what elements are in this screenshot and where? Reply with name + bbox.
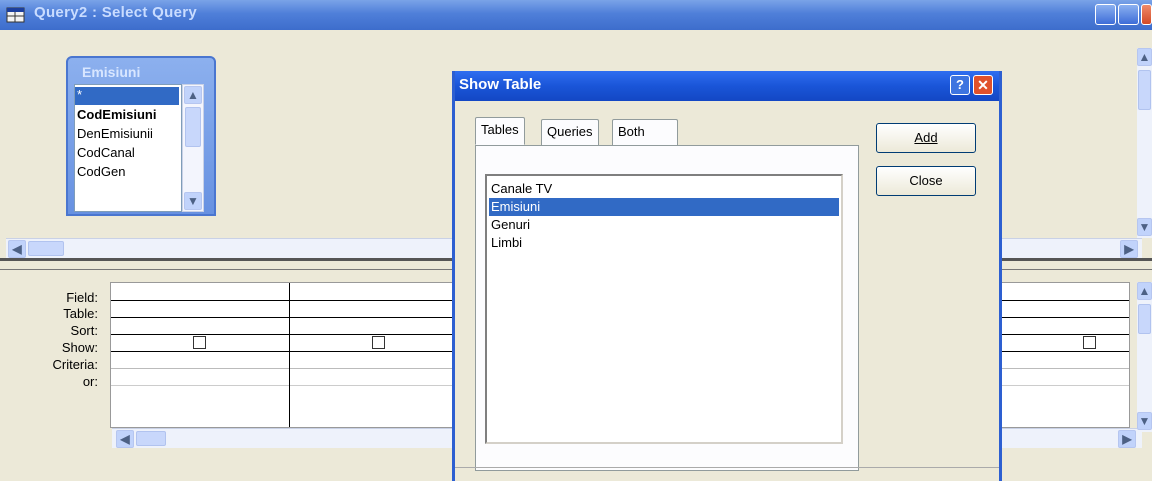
row-label-field: Field: <box>66 290 98 305</box>
scroll-thumb[interactable] <box>1138 304 1151 334</box>
show-table-dialog[interactable]: Show Table ? ✕ Tables Queries Both Canal… <box>452 71 1002 481</box>
field-denemisiunii[interactable]: DenEmisiunii <box>77 126 153 141</box>
table-listbox[interactable]: Canale TV Emisiuni Genuri Limbi <box>485 174 843 444</box>
list-item-limbi[interactable]: Limbi <box>489 234 839 252</box>
table-emisiuni-widget[interactable]: Emisiuni * CodEmisiuni DenEmisiunii CodC… <box>66 56 216 216</box>
field-all[interactable]: * <box>75 87 179 105</box>
grid-vscrollbar[interactable]: ▲ ▼ <box>1137 282 1152 432</box>
scroll-up-icon[interactable]: ▲ <box>1137 282 1152 300</box>
dialog-title-bar[interactable]: Show Table ? ✕ <box>455 71 999 101</box>
scroll-thumb[interactable] <box>28 241 64 256</box>
close-icon[interactable]: ✕ <box>973 75 993 95</box>
scroll-down-icon[interactable]: ▼ <box>1137 218 1152 236</box>
close-button[interactable]: Close <box>876 166 976 196</box>
show-checkbox[interactable] <box>372 336 385 349</box>
tab-tables[interactable]: Tables <box>475 117 525 145</box>
scroll-right-icon[interactable]: ▶ <box>1120 240 1138 258</box>
table-emisiuni-title: Emisiuni <box>82 64 141 80</box>
list-item-emisiuni[interactable]: Emisiuni <box>489 198 839 216</box>
field-codcanal[interactable]: CodCanal <box>77 145 135 160</box>
maximize-icon[interactable] <box>1118 4 1139 25</box>
close-button-label: Close <box>909 173 943 188</box>
query-window-icon <box>6 6 26 24</box>
scroll-thumb[interactable] <box>1138 70 1151 110</box>
add-button[interactable]: Add <box>876 123 976 153</box>
list-item-canale-tv[interactable]: Canale TV <box>489 180 839 198</box>
show-checkbox[interactable] <box>1083 336 1096 349</box>
add-button-label: Add <box>914 130 938 145</box>
close-window-icon[interactable] <box>1141 4 1152 25</box>
list-item-genuri[interactable]: Genuri <box>489 216 839 234</box>
help-icon[interactable]: ? <box>950 75 970 95</box>
window-title: Query2 : Select Query <box>34 4 198 21</box>
scroll-left-icon[interactable]: ◀ <box>116 430 134 448</box>
minimize-icon[interactable] <box>1095 4 1116 25</box>
scroll-thumb[interactable] <box>136 431 166 446</box>
row-label-sort: Sort: <box>70 323 98 338</box>
scroll-up-icon[interactable]: ▲ <box>1137 48 1152 66</box>
scroll-up-icon[interactable]: ▲ <box>184 86 202 104</box>
tab-queries[interactable]: Queries <box>541 119 599 145</box>
row-label-criteria: Criteria: <box>52 357 98 372</box>
window-title-bar[interactable]: Query2 : Select Query <box>0 0 1152 30</box>
row-label-table: Table: <box>63 306 98 321</box>
dialog-title: Show Table <box>459 76 542 93</box>
tab-both[interactable]: Both <box>612 119 678 145</box>
field-list[interactable]: * CodEmisiuni DenEmisiunii CodCanal CodG… <box>74 84 182 212</box>
field-codgen[interactable]: CodGen <box>77 164 125 179</box>
field-list-scrollbar[interactable]: ▲ ▼ <box>182 84 204 212</box>
scroll-down-icon[interactable]: ▼ <box>1137 412 1152 430</box>
row-label-show: Show: <box>61 340 98 355</box>
scroll-left-icon[interactable]: ◀ <box>8 240 26 258</box>
table-pane-vscrollbar[interactable]: ▲ ▼ <box>1137 48 1152 238</box>
scroll-thumb[interactable] <box>185 107 201 147</box>
show-checkbox[interactable] <box>193 336 206 349</box>
dialog-bottom-edge <box>455 467 999 481</box>
scroll-down-icon[interactable]: ▼ <box>184 192 202 210</box>
row-label-or: or: <box>82 374 98 389</box>
grid-col-divider <box>289 283 290 427</box>
scroll-right-icon[interactable]: ▶ <box>1118 430 1136 448</box>
field-codemisiuni[interactable]: CodEmisiuni <box>77 107 156 122</box>
